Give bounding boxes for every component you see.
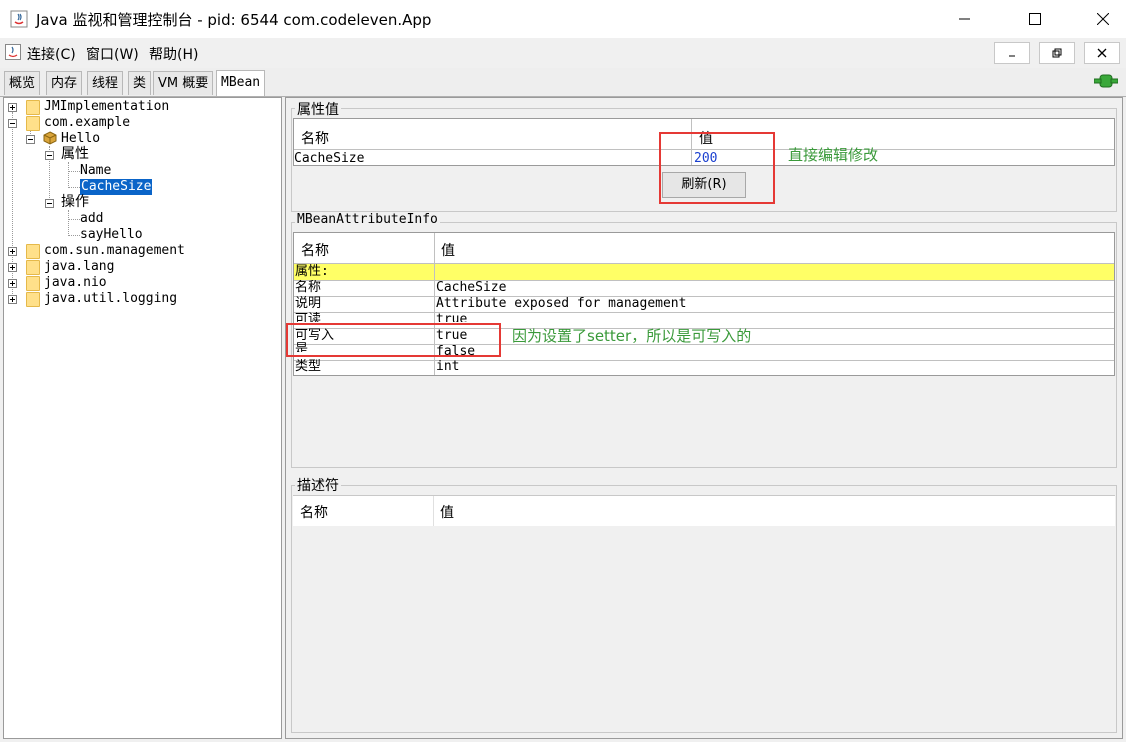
- tree-connector: [68, 235, 80, 237]
- folder-icon: [26, 292, 40, 307]
- tree-node-operations[interactable]: 操作: [61, 194, 89, 210]
- detail-panel: 属性值 名称 值 CacheSize 200 刷新(R) 直接编辑修改 MBea…: [285, 97, 1123, 739]
- restore-icon: [1052, 48, 1062, 58]
- window-title: Java 监视和管理控制台 - pid: 6544 com.codeleven.…: [36, 11, 432, 29]
- collapse-toggle[interactable]: [45, 199, 54, 208]
- menu-help[interactable]: 帮助(H): [149, 44, 198, 64]
- info-row-name: 可读: [295, 312, 322, 322]
- tree-connector: [68, 219, 80, 221]
- info-row-name: 属性:: [295, 264, 329, 279]
- inner-close-button[interactable]: [1084, 42, 1120, 64]
- tree-connector: [68, 210, 70, 236]
- row-divider: [294, 263, 1114, 264]
- menu-connect[interactable]: 连接(C): [27, 44, 76, 64]
- tab-mbean[interactable]: MBean: [216, 70, 266, 96]
- tree-node-hello[interactable]: Hello: [61, 131, 100, 147]
- tree-node-cachesize[interactable]: CacheSize: [80, 179, 153, 195]
- info-row-value: CacheSize: [436, 280, 507, 295]
- highlight-row: [294, 264, 1114, 280]
- column-divider: [433, 496, 434, 526]
- tree-connector: [12, 112, 14, 304]
- annotation-box-value: [659, 132, 775, 204]
- java-small-icon: [5, 44, 21, 60]
- tree-node-attributes[interactable]: 属性: [61, 146, 89, 162]
- tree-connector: [68, 171, 80, 173]
- attribute-info-title: MBeanAttributeInfo: [295, 212, 440, 227]
- collapse-toggle[interactable]: [26, 135, 35, 144]
- menu-window[interactable]: 窗口(W): [86, 44, 139, 64]
- inner-restore-button[interactable]: [1039, 42, 1075, 64]
- expand-toggle[interactable]: [8, 263, 17, 272]
- annotation-edit-directly: 直接编辑修改: [788, 146, 879, 164]
- collapse-toggle[interactable]: [8, 119, 17, 128]
- tree-node-name[interactable]: Name: [80, 163, 111, 179]
- collapse-toggle[interactable]: [45, 151, 54, 160]
- column-header-name: 名称: [300, 505, 328, 521]
- info-row-name: 类型: [295, 359, 322, 374]
- bean-icon: [43, 131, 57, 145]
- folder-icon: [26, 276, 40, 291]
- attribute-name-cell: CacheSize: [294, 151, 365, 166]
- tab-vm-summary[interactable]: VM 概要: [153, 71, 214, 95]
- column-header-value: 值: [441, 243, 455, 259]
- inner-minimize-button[interactable]: [994, 42, 1030, 64]
- annotation-box-writable: [286, 323, 501, 357]
- close-icon: [1097, 13, 1109, 25]
- annotation-writable-reason: 因为设置了setter，所以是可写入的: [512, 327, 752, 345]
- tree-connector: [68, 162, 70, 188]
- java-app-icon: [10, 10, 28, 28]
- tree-node-jmimplementation[interactable]: JMImplementation: [44, 99, 169, 115]
- column-header-name: 名称: [301, 243, 329, 259]
- tree-node-java-util-logging[interactable]: java.util.logging: [44, 291, 177, 307]
- menu-bar: 连接(C) 窗口(W) 帮助(H): [0, 38, 1126, 69]
- minimize-button[interactable]: [942, 0, 988, 38]
- tab-threads[interactable]: 线程: [87, 71, 124, 95]
- info-row-name: 名称: [295, 280, 322, 295]
- row-divider: [294, 296, 1114, 297]
- column-header-value: 值: [440, 505, 454, 521]
- row-divider: [294, 280, 1114, 281]
- mbean-tree: JMImplementation com.example Hello 属性 Na…: [3, 97, 282, 739]
- row-divider: [294, 312, 1114, 313]
- maximize-icon: [1029, 13, 1041, 25]
- maximize-button[interactable]: [1012, 0, 1058, 38]
- tab-memory[interactable]: 内存: [46, 71, 83, 95]
- close-button[interactable]: [1080, 0, 1126, 38]
- column-header-name: 名称: [301, 131, 329, 147]
- folder-icon: [26, 260, 40, 275]
- row-divider: [294, 360, 1114, 361]
- tab-bar: 概览 内存 线程 类 VM 概要 MBean: [0, 68, 1126, 97]
- tree-node-com-sun-management[interactable]: com.sun.management: [44, 243, 185, 259]
- attribute-values-title: 属性值: [295, 99, 341, 119]
- folder-icon: [26, 244, 40, 259]
- tree-node-java-nio[interactable]: java.nio: [44, 275, 107, 291]
- tree-node-java-lang[interactable]: java.lang: [44, 259, 114, 275]
- info-row-value: true: [436, 312, 468, 322]
- tree-node-add[interactable]: add: [80, 211, 103, 227]
- close-icon: [1097, 48, 1107, 58]
- info-row-value: int: [436, 359, 460, 374]
- title-bar: Java 监视和管理控制台 - pid: 6544 com.codeleven.…: [0, 0, 1126, 38]
- tab-overview[interactable]: 概览: [4, 71, 41, 95]
- folder-icon: [26, 116, 40, 131]
- expand-toggle[interactable]: [8, 103, 17, 112]
- connection-plug-icon: [1094, 74, 1118, 88]
- info-row-value: Attribute exposed for management: [436, 296, 687, 311]
- info-row-name: 说明: [295, 296, 322, 311]
- tab-classes[interactable]: 类: [128, 71, 152, 95]
- minimize-icon: [1009, 55, 1015, 57]
- expand-toggle[interactable]: [8, 279, 17, 288]
- expand-toggle[interactable]: [8, 247, 17, 256]
- folder-icon: [26, 100, 40, 115]
- minimize-icon: [959, 18, 970, 20]
- descriptor-table-header: 名称 值: [293, 495, 1115, 526]
- tree-node-com-example[interactable]: com.example: [44, 115, 130, 131]
- descriptor-title: 描述符: [295, 475, 341, 495]
- tree-node-sayhello[interactable]: sayHello: [80, 227, 143, 243]
- tree-connector: [68, 187, 80, 189]
- expand-toggle[interactable]: [8, 295, 17, 304]
